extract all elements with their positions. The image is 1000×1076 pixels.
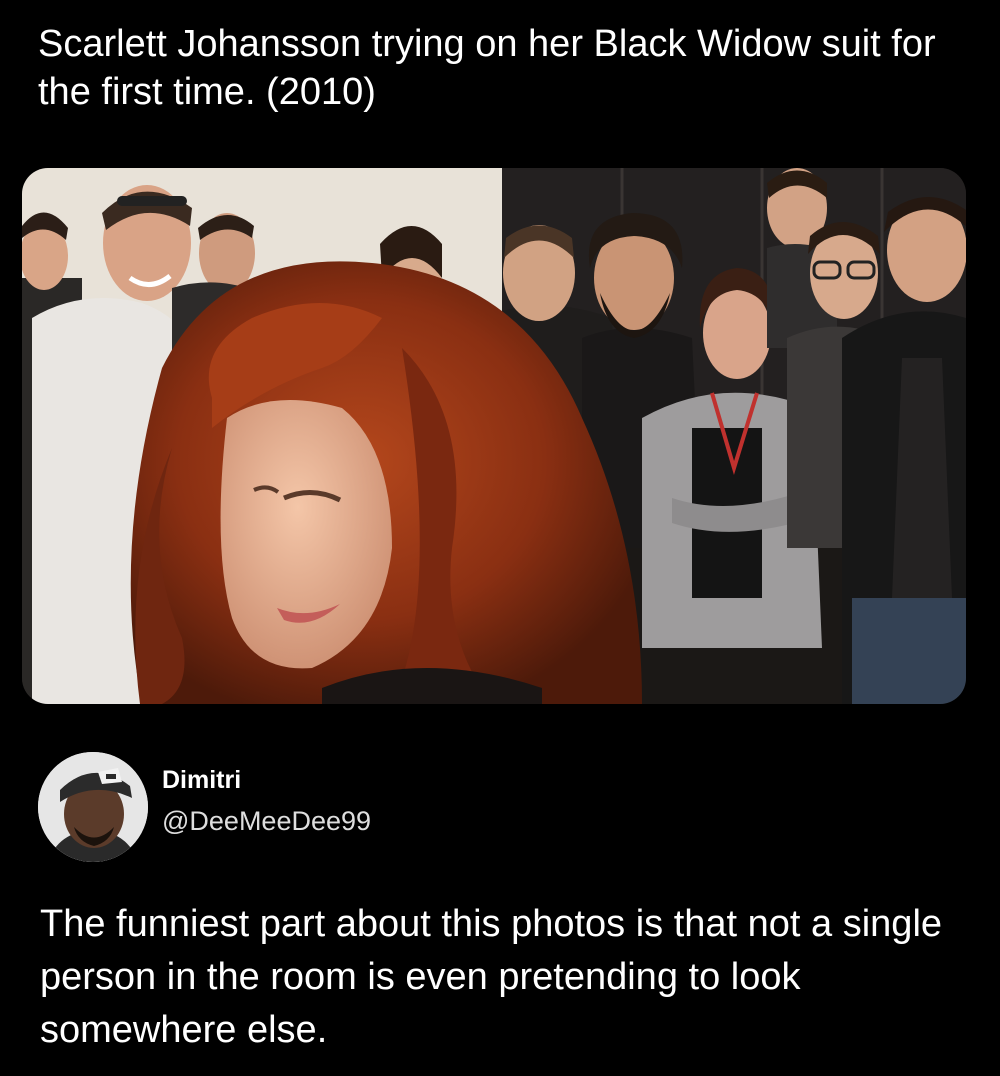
- author-handle[interactable]: @DeeMeeDee99: [162, 806, 371, 837]
- quoted-caption: Scarlett Johansson trying on her Black W…: [38, 23, 936, 113]
- author-avatar[interactable]: [38, 752, 148, 862]
- author-name[interactable]: Dimitri: [162, 766, 241, 795]
- tweet-photo[interactable]: [22, 168, 966, 704]
- tweet-text: The funniest part about this photos is t…: [40, 903, 943, 1051]
- tweet-author[interactable]: Dimitri @DeeMeeDee99: [38, 752, 638, 862]
